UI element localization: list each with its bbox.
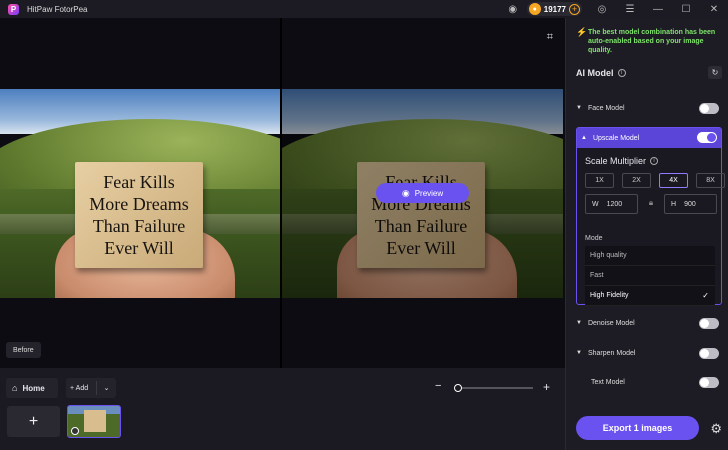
upscale-model-toggle[interactable] xyxy=(697,132,717,143)
aspect-lock-icon[interactable]: 🔒︎ xyxy=(646,198,656,210)
close-icon[interactable]: ✕ xyxy=(700,0,728,18)
upscale-model-section: ▲ Upscale Model Scale Multiplier i 1X 2X… xyxy=(576,127,725,306)
add-button[interactable]: + Add xyxy=(66,385,96,392)
card-line: More Dreams xyxy=(89,194,189,214)
card-line: Than Failure xyxy=(92,216,186,236)
lightning-icon: ⚡ xyxy=(576,27,588,37)
zoom-slider-handle[interactable] xyxy=(453,384,462,392)
denoise-model-row[interactable]: ▼ Denoise Model xyxy=(576,316,719,330)
face-model-row[interactable]: ▼ Face Model xyxy=(576,101,719,115)
home-button[interactable]: ⌂ Home xyxy=(6,378,58,398)
add-credits-icon[interactable]: + xyxy=(569,3,580,15)
before-image: Fear Kills More Dreams Than Failure Ever… xyxy=(0,89,280,298)
quote-card: Fear Kills More Dreams Than Failure Ever… xyxy=(75,162,203,268)
height-field[interactable]: H 900 xyxy=(664,194,717,214)
menu-icon[interactable]: ☰ xyxy=(616,0,644,18)
add-image-tile[interactable]: + xyxy=(7,406,60,437)
add-group: + Add ⌄ xyxy=(66,378,116,398)
text-model-toggle[interactable] xyxy=(699,377,719,388)
text-model-row[interactable]: Text Model xyxy=(576,375,719,389)
sharpen-model-toggle[interactable] xyxy=(699,348,719,359)
image-thumbnail[interactable] xyxy=(67,405,121,438)
zoom-in-icon[interactable]: + xyxy=(543,380,550,394)
scale-multiplier-heading: Scale Multiplier i xyxy=(585,156,659,166)
multiplier-4x-button[interactable]: 4X xyxy=(659,173,688,188)
ai-model-heading: AI Model i xyxy=(576,68,626,78)
multiplier-8x-button[interactable]: 8X xyxy=(696,173,725,188)
expand-triangle-icon: ▲ xyxy=(581,135,587,141)
account-icon[interactable]: ◎ xyxy=(588,0,616,18)
card-line: Fear Kills xyxy=(103,172,175,192)
zoom-slider[interactable] xyxy=(455,387,533,389)
credits-count: 19177 xyxy=(543,4,566,14)
add-dropdown-chevron-icon[interactable]: ⌄ xyxy=(97,384,116,392)
multiplier-2x-button[interactable]: 2X xyxy=(622,173,651,188)
add-label: Add xyxy=(75,384,89,392)
coin-icon: ● xyxy=(528,3,541,15)
width-field[interactable]: W 1200 xyxy=(585,194,638,214)
canvas-area: Fear Kills More Dreams Than Failure Ever… xyxy=(0,18,565,368)
gear-icon[interactable]: ⚙ xyxy=(710,421,722,437)
crop-icon[interactable]: ⌗ xyxy=(547,31,553,44)
title-bar: P HitPaw FotorPea ◉ ● 19177 + ◎ ☰ — ☐ ✕ xyxy=(0,0,728,18)
sharpen-model-row[interactable]: ▼ Sharpen Model xyxy=(576,346,719,360)
preview-label: Preview xyxy=(414,188,444,198)
auto-enabled-notice: ⚡ The best model combination has been au… xyxy=(576,27,716,55)
mode-option-high-quality[interactable]: High quality xyxy=(585,246,715,266)
before-label: Before xyxy=(6,342,41,358)
app-title: HitPaw FotorPea xyxy=(27,4,88,14)
card-line: Ever Will xyxy=(104,238,174,258)
app-logo-icon: P xyxy=(8,3,19,15)
multiplier-1x-button[interactable]: 1X xyxy=(585,173,614,188)
preview-button[interactable]: ◉ Preview xyxy=(376,183,469,203)
zoom-out-icon[interactable]: − xyxy=(435,380,441,392)
checkmark-icon: ✓ xyxy=(702,291,709,300)
eye-icon: ◉ xyxy=(401,187,410,198)
settings-panel: ⚡ The best model combination has been au… xyxy=(565,18,728,450)
face-model-toggle[interactable] xyxy=(699,103,719,114)
mode-label: Mode xyxy=(585,235,603,242)
maximize-icon[interactable]: ☐ xyxy=(672,0,700,18)
info-icon[interactable]: i xyxy=(650,157,659,165)
mode-option-fast[interactable]: Fast xyxy=(585,266,715,286)
collapse-triangle-icon: ▼ xyxy=(576,320,582,326)
clock-icon xyxy=(71,427,79,435)
reset-icon[interactable]: ↻ xyxy=(708,66,722,79)
credits-badge[interactable]: ● 19177 + xyxy=(526,2,582,16)
collapse-triangle-icon: ▼ xyxy=(576,105,582,111)
home-icon: ⌂ xyxy=(12,383,18,393)
zoom-control: − + xyxy=(435,380,550,394)
bottom-bar: ⌂ Home + Add ⌄ − + + xyxy=(0,368,565,450)
discord-icon[interactable]: ◉ xyxy=(499,0,527,18)
collapse-triangle-icon: ▼ xyxy=(576,350,582,356)
mode-option-high-fidelity[interactable]: High Fidelity ✓ xyxy=(585,286,715,306)
plus-icon: + xyxy=(70,384,75,392)
export-button[interactable]: Export 1 images xyxy=(576,416,699,440)
info-icon[interactable]: i xyxy=(617,69,626,77)
denoise-model-toggle[interactable] xyxy=(699,318,719,329)
home-label: Home xyxy=(22,383,45,393)
minimize-icon[interactable]: — xyxy=(644,0,672,18)
mode-list: High quality Fast High Fidelity ✓ xyxy=(585,246,715,306)
upscale-model-header[interactable]: ▲ Upscale Model xyxy=(577,128,721,148)
